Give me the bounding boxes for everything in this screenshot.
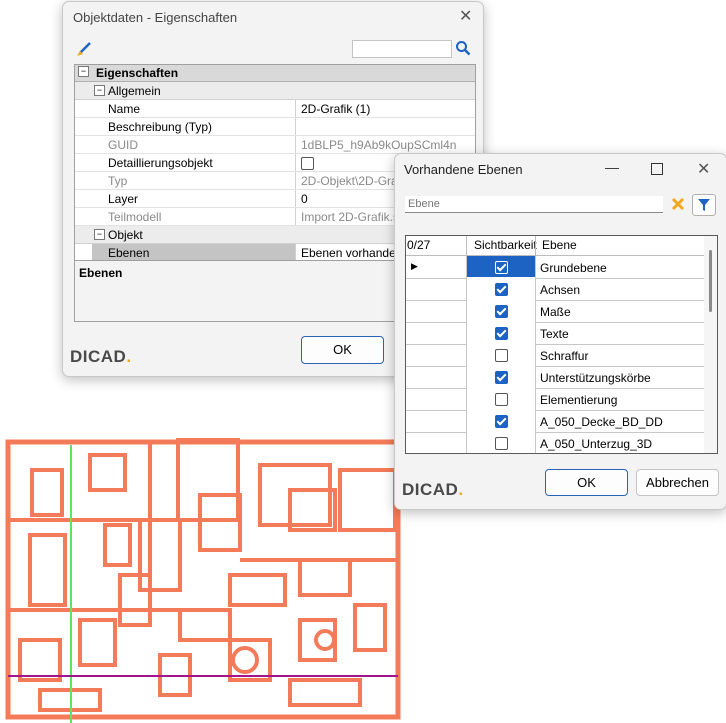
brush-icon[interactable] [75,40,93,58]
property-label: Detaillierungsobjekt [108,156,213,170]
layer-filter-input[interactable] [405,196,663,213]
current-row-arrow-icon: ▶ [411,261,418,271]
visibility-checkbox[interactable] [495,415,508,428]
ok-button[interactable]: OK [545,469,628,496]
dicad-logo: DICAD. [402,480,464,499]
property-value[interactable]: 0 [301,192,308,206]
property-value[interactable]: Ebenen vorhanden [301,246,402,260]
detail-object-checkbox[interactable] [301,157,314,170]
group-label: Objekt [108,228,143,242]
visibility-cell[interactable] [467,410,535,431]
visibility-cell[interactable] [467,344,535,365]
layer-name: Texte [540,327,569,341]
layer-name: Elementierung [540,393,618,407]
property-row[interactable]: Name 2D-Grafik (1) [75,100,475,118]
visibility-checkbox[interactable] [495,283,508,296]
clear-filter-icon[interactable] [670,196,686,212]
visibility-checkbox[interactable] [495,261,508,274]
visibility-cell[interactable] [467,322,535,343]
search-icon[interactable] [455,40,471,56]
layer-row[interactable]: Schraffur [406,344,704,367]
visibility-cell[interactable] [467,388,535,409]
property-label: Name [108,102,141,116]
maximize-icon[interactable] [651,163,663,175]
layer-row[interactable]: A_050_Unterzug_3D [406,432,704,453]
layer-row[interactable]: A_050_Decke_BD_DD [406,410,704,433]
column-header-visibility[interactable]: Sichtbarkeit [474,238,537,252]
property-label: Beschreibung (Typ) [108,120,213,134]
group-general[interactable]: − Allgemein [75,82,475,100]
layer-row[interactable]: Elementierung [406,388,704,411]
minimize-icon[interactable]: — [605,159,619,175]
layer-row[interactable]: Maße [406,300,704,323]
visibility-checkbox[interactable] [495,437,508,450]
property-value[interactable]: 2D-Grafik (1) [301,102,370,116]
layer-name: Schraffur [540,349,589,363]
dialog-title: Objektdaten - Eigenschaften [73,10,238,25]
collapse-icon[interactable]: − [94,229,105,240]
description-title: Ebenen [79,266,123,280]
property-label: GUID [108,138,138,152]
property-row[interactable]: GUID 1dBLP5_h9Ab9kOupSCml4n [75,136,475,154]
visibility-checkbox[interactable] [495,305,508,318]
property-label: Teilmodell [108,210,162,224]
property-label: Typ [108,174,128,188]
close-icon[interactable]: ✕ [459,6,472,26]
group-label: Allgemein [108,84,161,98]
layer-row[interactable]: ▶ Grundebene [406,256,704,279]
layer-row[interactable]: Unterstützungskörbe [406,366,704,389]
visibility-cell[interactable] [467,366,535,387]
layer-name: Achsen [540,283,581,297]
dialog-title: Vorhandene Ebenen [404,162,523,177]
layer-name: Maße [540,305,571,319]
visibility-checkbox[interactable] [495,327,508,340]
collapse-icon[interactable]: − [78,66,89,77]
scrollbar-thumb[interactable] [709,250,712,312]
filter-icon[interactable] [692,194,716,216]
layer-row[interactable]: Achsen [406,278,704,301]
dicad-logo: DICAD. [70,347,132,366]
visibility-cell[interactable] [467,256,535,277]
collapse-icon[interactable]: − [94,85,105,96]
layer-name: A_050_Unterzug_3D [540,437,653,451]
layers-dialog: Vorhandene Ebenen — ✕ 0/27 Sichtbarkeit … [394,153,726,510]
property-label: Layer [108,192,139,206]
search-input[interactable] [352,40,452,58]
visibility-cell[interactable] [467,278,535,299]
close-icon[interactable]: ✕ [697,159,710,179]
layer-name: Grundebene [540,261,607,275]
property-value: 1dBLP5_h9Ab9kOupSCml4n [301,138,457,152]
layer-row[interactable]: Texte [406,322,704,345]
property-label: Ebenen [108,246,150,260]
section-title: Eigenschaften [96,66,179,80]
column-header-layer[interactable]: Ebene [542,238,577,252]
property-row[interactable]: Beschreibung (Typ) [75,118,475,136]
cancel-button[interactable]: Abbrechen [636,469,719,496]
scrollbar[interactable] [704,236,717,453]
table-header: 0/27 Sichtbarkeit Ebene [406,236,704,256]
section-header[interactable]: − Eigenschaften [75,65,475,82]
visibility-cell[interactable] [467,432,535,453]
layers-table: 0/27 Sichtbarkeit Ebene ▶ Grundebene Achse… [405,235,718,454]
visibility-checkbox[interactable] [495,393,508,406]
layer-name: A_050_Decke_BD_DD [540,415,663,429]
ok-button[interactable]: OK [301,336,384,364]
visibility-checkbox[interactable] [495,349,508,362]
visibility-cell[interactable] [467,300,535,321]
layer-count: 0/27 [407,238,431,252]
layer-name: Unterstützungskörbe [540,371,651,385]
visibility-checkbox[interactable] [495,371,508,384]
